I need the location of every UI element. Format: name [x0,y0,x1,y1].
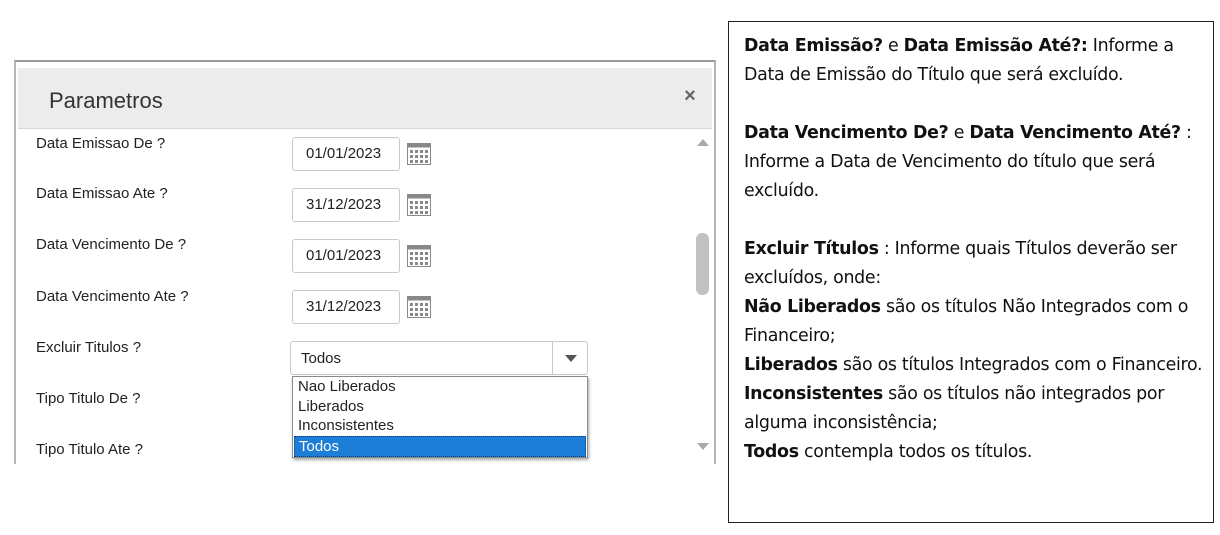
field-label: Tipo Titulo De ? [36,390,141,407]
help-bold: Data Vencimento De? [744,123,949,143]
dropdown-option-selected[interactable]: Todos [294,435,586,457]
help-bold: Data Emissão Até?: [903,36,1088,56]
vertical-scrollbar[interactable] [694,129,710,464]
help-text: e [948,123,970,143]
close-icon[interactable]: × [680,85,700,109]
help-bold: Data Vencimento Até? [969,123,1181,143]
dropdown-option[interactable]: Nao Liberados [293,377,587,397]
help-bold: Não Liberados [744,297,881,317]
field-label: Data Vencimento De ? [36,236,187,253]
scroll-up-icon[interactable] [697,139,709,146]
help-bold: Todos [744,442,799,462]
data-vencimento-ate-input[interactable]: 31/12/2023 [292,290,400,324]
field-label: Data Emissao De ? [36,135,166,152]
field-label: Tipo Titulo Ate ? [36,441,144,458]
field-row-data-vencimento-de: Data Vencimento De ? 01/01/2023 [18,231,694,281]
data-vencimento-de-input[interactable]: 01/01/2023 [292,239,400,273]
help-text: contempla todos os títulos. [798,442,1033,462]
dialog-header: Parametros × [18,68,712,129]
field-row-data-emissao-de: Data Emissao De ? 01/01/2023 [18,129,694,179]
field-row-data-vencimento-ate: Data Vencimento Ate ? 31/12/2023 [18,282,694,332]
select-value: Todos [301,350,342,367]
calendar-icon[interactable] [407,296,431,318]
field-label: Data Emissao Ate ? [36,185,168,202]
dropdown-option[interactable]: Inconsistentes [293,416,587,436]
calendar-icon[interactable] [407,245,431,267]
help-paragraph: Data Emissão? e Data Emissão Até?: Infor… [744,32,1213,90]
help-bold: Inconsistentes [744,384,883,404]
field-row-data-emissao-ate: Data Emissao Ate ? 31/12/2023 [18,180,694,230]
help-text: são os títulos Integrados com o Financei… [837,355,1203,375]
chevron-down-icon[interactable] [552,342,587,374]
scroll-down-icon[interactable] [697,443,709,450]
calendar-icon[interactable] [407,194,431,216]
field-label: Excluir Titulos ? [36,339,142,356]
help-text-box: Data Emissão? e Data Emissão Até?: Infor… [728,21,1214,523]
help-bold: Data Emissão? [744,36,883,56]
calendar-icon[interactable] [407,143,431,165]
data-emissao-ate-input[interactable]: 31/12/2023 [292,188,400,222]
help-bold: Excluir Títulos [744,239,879,259]
help-paragraph: Data Vencimento De? e Data Vencimento At… [744,119,1213,206]
dialog-title: Parametros [49,88,163,113]
help-paragraph: Inconsistentes são os títulos não integr… [744,380,1213,438]
help-paragraph: Não Liberados são os títulos Não Integra… [744,293,1213,351]
help-paragraph: Todos contempla todos os títulos. [744,438,1213,467]
excluir-titulos-select[interactable]: Todos [290,341,588,375]
field-label: Data Vencimento Ate ? [36,288,189,305]
help-bold: Liberados [744,355,838,375]
scrollbar-thumb[interactable] [696,233,709,295]
help-text: e [882,36,904,56]
dropdown-option[interactable]: Liberados [293,397,587,417]
excluir-titulos-dropdown: Nao Liberados Liberados Inconsistentes T… [292,376,588,458]
help-paragraph: Liberados são os títulos Integrados com … [744,351,1213,380]
data-emissao-de-input[interactable]: 01/01/2023 [292,137,400,171]
help-paragraph: Excluir Títulos : Informe quais Títulos … [744,235,1213,293]
